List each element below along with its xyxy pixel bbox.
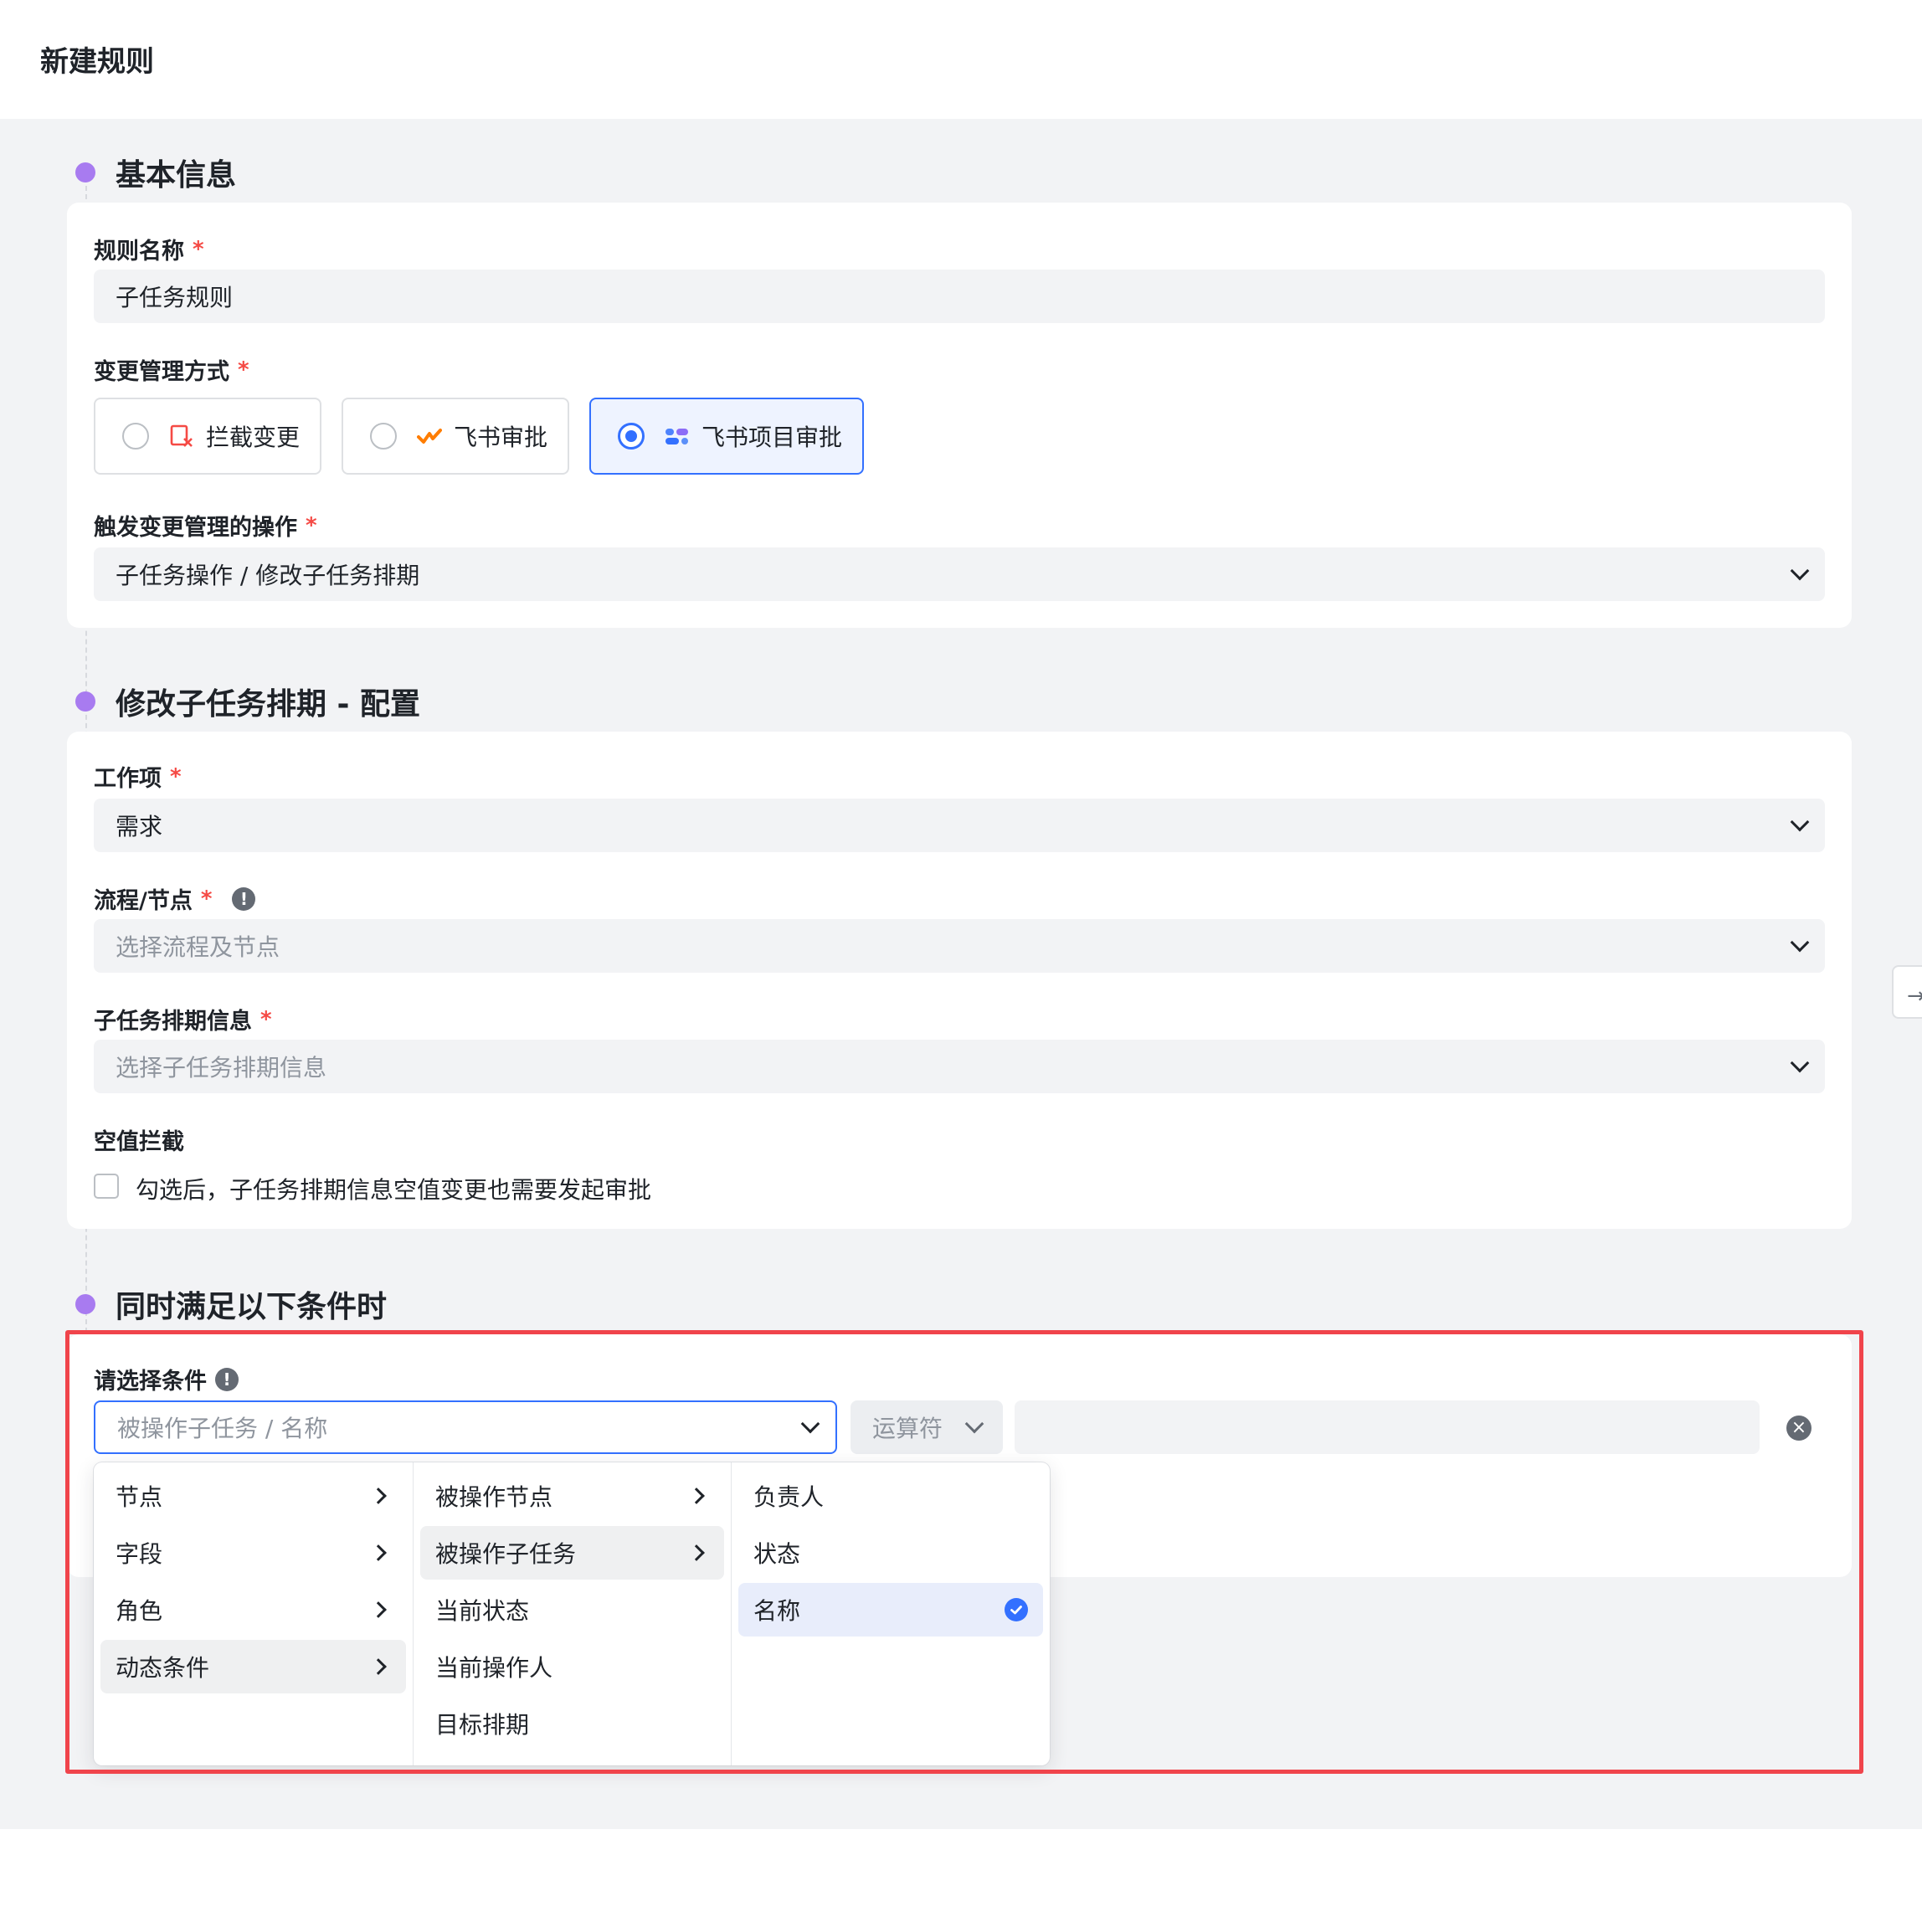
chevron-down-icon — [1790, 1053, 1810, 1073]
section-dot — [75, 162, 95, 182]
flow-node-label: 流程/节点 * ! — [94, 882, 256, 915]
section-config-header: 修改子任务排期 - 配置 — [75, 680, 420, 723]
rule-name-label: 规则名称 * — [94, 236, 204, 265]
schedule-info-select[interactable]: 选择子任务排期信息 — [94, 1040, 1825, 1093]
section-dot — [75, 1294, 95, 1314]
flow-node-select[interactable]: 选择流程及节点 — [94, 919, 1825, 973]
radio-circle-selected[interactable] — [618, 423, 645, 450]
chevron-down-icon — [1790, 561, 1810, 581]
basic-info-card: 规则名称 * 子任务规则 变更管理方式 * 拦截变更 飞书审批 飞书项目审批 触… — [67, 203, 1852, 628]
empty-block-checkbox-text: 勾选后，子任务排期信息空值变更也需要发起审批 — [136, 1176, 652, 1204]
arrow-right-icon: → — [1907, 984, 1922, 1009]
section-title: 基本信息 — [116, 158, 237, 193]
schedule-info-label: 子任务排期信息 * — [94, 1006, 272, 1035]
section-conditions-header: 同时满足以下条件时 — [75, 1282, 387, 1326]
page-title: 新建规则 — [40, 45, 154, 79]
config-card: 工作项 * 需求 流程/节点 * ! 选择流程及节点 子任务排期信息 * 选择子… — [67, 732, 1852, 1229]
empty-block-label: 空值拦截 — [94, 1129, 184, 1155]
required-mark: * — [238, 357, 249, 383]
radio-circle[interactable] — [122, 423, 149, 450]
block-change-icon — [169, 424, 194, 449]
required-mark: * — [260, 1006, 272, 1032]
required-mark: * — [200, 886, 213, 912]
info-icon[interactable]: ! — [232, 886, 256, 911]
change-mode-label: 变更管理方式 * — [94, 357, 249, 386]
page-header: 新建规则 — [0, 0, 1922, 119]
radio-circle[interactable] — [370, 423, 397, 450]
radio-feishu-project-approval[interactable]: 飞书项目审批 — [589, 398, 864, 475]
empty-block-checkbox[interactable] — [94, 1174, 119, 1199]
rule-name-input[interactable]: 子任务规则 — [94, 270, 1825, 323]
work-item-select[interactable]: 需求 — [94, 799, 1825, 852]
work-item-label: 工作项 * — [94, 763, 182, 793]
chevron-down-icon — [1790, 933, 1810, 953]
section-title: 同时满足以下条件时 — [116, 1290, 388, 1324]
chevron-down-icon — [1790, 812, 1810, 832]
side-panel-toggle[interactable]: → — [1892, 965, 1922, 1019]
required-mark: * — [306, 512, 317, 538]
section-title: 修改子任务排期 - 配置 — [116, 687, 421, 722]
feishu-project-icon — [665, 424, 690, 449]
feishu-approval-icon — [417, 424, 442, 449]
trigger-label: 触发变更管理的操作 * — [94, 512, 317, 542]
radio-feishu-approval[interactable]: 飞书审批 — [342, 398, 569, 475]
radio-block-change[interactable]: 拦截变更 — [94, 398, 321, 475]
trigger-select[interactable]: 子任务操作 / 修改子任务排期 — [94, 547, 1825, 601]
required-mark: * — [193, 236, 204, 262]
section-dot — [75, 691, 95, 712]
required-mark: * — [170, 763, 182, 789]
section-basic-header: 基本信息 — [75, 151, 236, 194]
highlight-annotation-box — [65, 1330, 1863, 1774]
